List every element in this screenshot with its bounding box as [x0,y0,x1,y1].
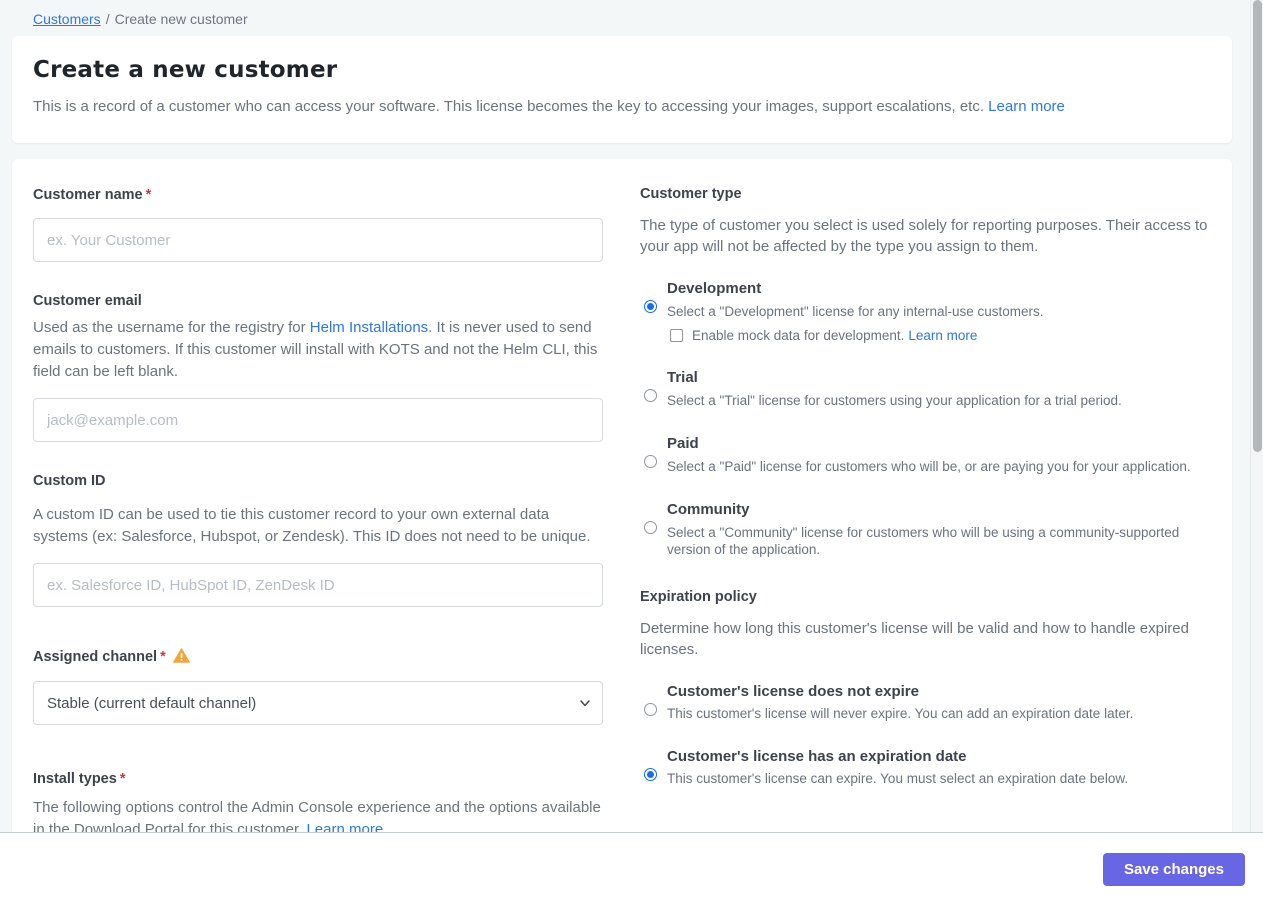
custom-id-input[interactable] [33,563,603,607]
customer-name-field: Customer name * [33,186,603,262]
option-title: Community [667,501,750,518]
breadcrumb: Customers / Create new customer [0,0,1263,36]
radio-license-has-expiration[interactable] [644,768,657,781]
helm-installations-link[interactable]: Helm Installations [310,319,428,336]
option-title: Trial [667,369,698,386]
radio-trial[interactable] [644,389,657,402]
expiration-policy-heading: Expiration policy [640,589,757,605]
option-description: This customer's license will never expir… [667,706,1134,721]
customer-type-heading: Customer type [640,186,742,202]
required-asterisk: * [145,187,152,203]
breadcrumb-current: Create new customer [114,11,248,27]
customer-email-help-before: Used as the username for the registry fo… [33,319,310,336]
customer-type-option-development: Development Select a "Development" licen… [640,279,1211,343]
page-scrollbar-thumb[interactable] [1253,0,1262,452]
install-types-field: Install types * The following options con… [33,770,603,841]
customer-type-description: The type of customer you select is used … [640,217,1208,255]
radio-license-does-not-expire[interactable] [644,703,657,716]
customer-type-option-community: Community Select a "Community" license f… [640,500,1211,558]
custom-id-field: Custom ID A custom ID can be used to tie… [33,472,603,607]
assigned-channel-label: Assigned channel * [33,648,603,669]
option-description: Select a "Paid" license for customers wh… [667,459,1191,474]
option-title: Paid [667,435,699,452]
radio-paid[interactable] [644,455,657,468]
breadcrumb-link-customers[interactable]: Customers [33,11,101,27]
radio-development[interactable] [644,300,657,313]
customer-type-options: Development Select a "Development" licen… [640,279,1211,558]
breadcrumb-separator: / [105,11,110,27]
save-changes-button[interactable]: Save changes [1102,852,1245,886]
expiration-option-has-expiration: Customer's license has an expiration dat… [640,747,1211,787]
mock-data-learn-more-link[interactable]: Learn more [908,328,977,343]
customer-email-help: Used as the username for the registry fo… [33,317,603,383]
option-description: Select a "Community" license for custome… [667,525,1180,557]
customer-email-input[interactable] [33,398,603,442]
option-title: Customer's license has an expiration dat… [667,748,967,765]
custom-id-label: Custom ID [33,473,106,489]
option-description: Select a "Trial" license for customers u… [667,393,1122,408]
option-description: Select a "Development" license for any i… [667,304,1044,319]
page-scrollbar-track[interactable] [1250,0,1263,832]
required-asterisk: * [119,771,126,787]
mock-data-checkbox[interactable] [670,329,683,342]
form-left-column: Customer name* Customer email Used as th… [33,186,603,859]
custom-id-help: A custom ID can be used to tie this cust… [33,506,591,545]
mock-data-checkbox-label: Enable mock data for development. [692,328,905,343]
required-asterisk: * [160,649,166,665]
page-description-text: This is a record of a customer who can a… [33,98,984,115]
page-header-card: Create a new customer This is a record o… [12,36,1232,143]
assigned-channel-select-wrap: Stable (current default channel) [33,681,603,725]
radio-community[interactable] [644,521,657,534]
option-title: Customer's license does not expire [667,683,919,700]
customer-name-label: Customer name * [33,187,152,203]
expiration-policy-section: Expiration policy Determine how long thi… [640,589,1211,787]
warning-triangle-icon [172,648,190,669]
option-title: Development [667,280,762,297]
expiration-option-no-expire: Customer's license does not expire This … [640,682,1211,722]
install-types-label: Install types * [33,771,126,787]
assigned-channel-field: Assigned channel * Stable (current defaul… [33,648,603,725]
expiration-policy-options: Customer's license does not expire This … [640,682,1211,787]
page-description: This is a record of a customer who can a… [33,96,1211,117]
assigned-channel-select[interactable]: Stable (current default channel) [33,681,603,725]
customer-email-label: Customer email [33,293,142,309]
expiration-policy-description: Determine how long this customer's licen… [640,620,1189,658]
form-right-column: Customer type The type of customer you s… [640,186,1211,859]
page-title: Create a new customer [33,57,338,83]
mock-data-checkbox-row: Enable mock data for development. Learn … [667,328,1211,343]
customer-form-card: Customer name* Customer email Used as th… [12,159,1232,905]
option-description: This customer's license can expire. You … [667,771,1129,786]
customer-name-input[interactable] [33,218,603,262]
customer-type-option-trial: Trial Select a "Trial" license for custo… [640,368,1211,409]
form-footer-bar: Save changes [0,832,1263,905]
customer-email-field: Customer email Used as the username for … [33,292,603,442]
header-learn-more-link[interactable]: Learn more [988,98,1065,115]
customer-type-option-paid: Paid Select a "Paid" license for custome… [640,434,1211,475]
